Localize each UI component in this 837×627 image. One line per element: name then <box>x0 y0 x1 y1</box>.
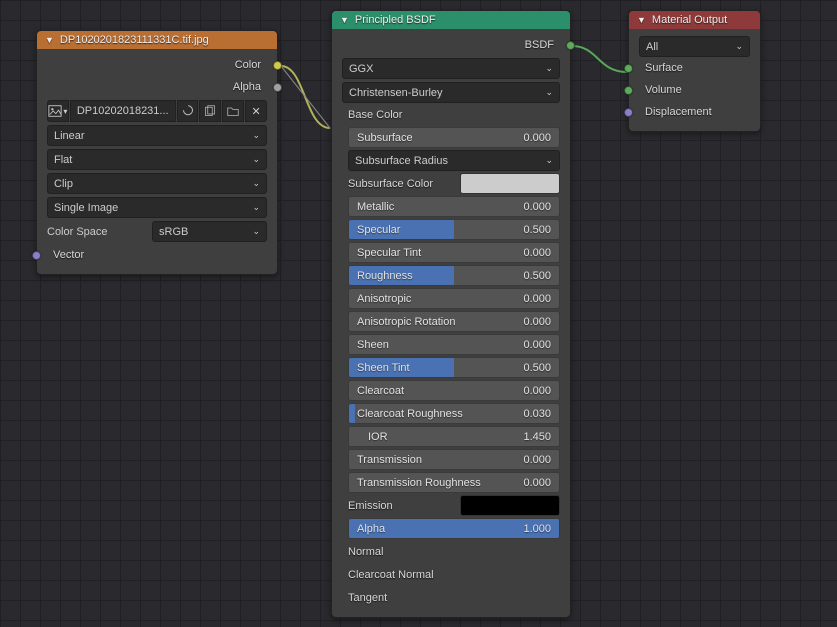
bsdf-prop-specular[interactable]: Specular0.500 <box>332 218 570 241</box>
socket-in[interactable] <box>624 86 633 95</box>
output-alpha[interactable]: Alpha <box>37 76 277 98</box>
image-texture-node[interactable]: ▼ DP1020201823111331C.tif.jpg Color Alph… <box>36 30 278 275</box>
value-slider[interactable]: Anisotropic0.000 <box>348 288 560 309</box>
value-slider[interactable]: Subsurface0.000 <box>348 127 560 148</box>
bsdf-prop-clearcoat[interactable]: Clearcoat0.000 <box>332 379 570 402</box>
chevron-down-icon: ⌄ <box>252 154 260 165</box>
node-title: DP1020201823111331C.tif.jpg <box>60 34 209 46</box>
bsdf-prop-emission[interactable]: Emission <box>332 494 570 517</box>
value-slider[interactable]: Sheen Tint0.500 <box>348 357 560 378</box>
input-displacement[interactable]: Displacement <box>629 101 760 123</box>
input-surface[interactable]: Surface <box>629 57 760 79</box>
color-swatch[interactable] <box>460 173 560 194</box>
bsdf-prop-sheen-tint[interactable]: Sheen Tint0.500 <box>332 356 570 379</box>
value-slider[interactable]: Specular0.500 <box>348 219 560 240</box>
fake-user-button[interactable] <box>177 100 199 122</box>
node-header[interactable]: ▼ DP1020201823111331C.tif.jpg <box>37 31 277 49</box>
chevron-down-icon: ⌄ <box>545 63 553 74</box>
bsdf-prop-roughness[interactable]: Roughness0.500 <box>332 264 570 287</box>
input-vector[interactable]: Vector <box>37 244 277 266</box>
bsdf-prop-alpha[interactable]: Alpha1.000 <box>332 517 570 540</box>
socket-out-color[interactable] <box>273 61 282 70</box>
value-slider[interactable]: Clearcoat0.000 <box>348 380 560 401</box>
value-slider[interactable]: Clearcoat Roughness0.030 <box>348 403 560 424</box>
socket-out-alpha[interactable] <box>273 83 282 92</box>
prop-label: Subsurface Color <box>348 178 460 190</box>
bsdf-prop-specular-tint[interactable]: Specular Tint0.000 <box>332 241 570 264</box>
image-browse-button[interactable]: ▾ <box>47 100 69 122</box>
bsdf-prop-clearcoat-roughness[interactable]: Clearcoat Roughness0.030 <box>332 402 570 425</box>
projection-select[interactable]: Flat⌄ <box>47 149 267 170</box>
collapse-icon[interactable]: ▼ <box>340 15 349 25</box>
value-slider[interactable]: Sheen0.000 <box>348 334 560 355</box>
output-color[interactable]: Color <box>37 54 277 76</box>
chevron-down-icon: ⌄ <box>545 87 553 98</box>
chevron-down-icon: ⌄ <box>735 41 743 52</box>
collapse-icon[interactable]: ▼ <box>45 35 54 45</box>
value-slider[interactable]: IOR1.450 <box>348 426 560 447</box>
color-space-select[interactable]: sRGB⌄ <box>152 221 267 242</box>
prop-label: Base Color <box>348 109 402 121</box>
interpolation-select[interactable]: Linear⌄ <box>47 125 267 146</box>
chevron-down-icon: ⌄ <box>252 226 260 237</box>
input-label: Displacement <box>645 106 712 118</box>
node-title: Principled BSDF <box>355 14 436 26</box>
color-space-label: Color Space <box>47 221 148 242</box>
input-label: Volume <box>645 84 682 96</box>
value-slider[interactable]: Transmission Roughness0.000 <box>348 472 560 493</box>
target-select[interactable]: All⌄ <box>639 36 750 57</box>
color-swatch[interactable] <box>460 495 560 516</box>
bsdf-prop-base-color[interactable]: Base Color <box>332 103 570 126</box>
prop-select[interactable]: Subsurface Radius⌄ <box>348 150 560 171</box>
collapse-icon[interactable]: ▼ <box>637 15 646 25</box>
value-slider[interactable]: Specular Tint0.000 <box>348 242 560 263</box>
prop-label: Emission <box>348 500 460 512</box>
principled-bsdf-node[interactable]: ▼ Principled BSDF BSDF GGX⌄ Christensen-… <box>331 10 571 618</box>
bsdf-prop-subsurface-radius[interactable]: Subsurface Radius⌄ <box>332 149 570 172</box>
bsdf-prop-normal[interactable]: Normal <box>332 540 570 563</box>
bsdf-prop-anisotropic-rotation[interactable]: Anisotropic Rotation0.000 <box>332 310 570 333</box>
new-image-button[interactable] <box>199 100 221 122</box>
bsdf-prop-tangent[interactable]: Tangent <box>332 586 570 609</box>
image-datablock-row: ▾ DP10202018231... ✕ <box>37 100 277 122</box>
chevron-down-icon: ⌄ <box>252 130 260 141</box>
bsdf-prop-sheen[interactable]: Sheen0.000 <box>332 333 570 356</box>
unlink-image-button[interactable]: ✕ <box>245 100 267 122</box>
bsdf-prop-clearcoat-normal[interactable]: Clearcoat Normal <box>332 563 570 586</box>
chevron-down-icon: ⌄ <box>252 202 260 213</box>
input-label: Surface <box>645 62 683 74</box>
socket-in[interactable] <box>624 108 633 117</box>
value-slider[interactable]: Roughness0.500 <box>348 265 560 286</box>
source-select[interactable]: Single Image⌄ <box>47 197 267 218</box>
bsdf-prop-transmission-roughness[interactable]: Transmission Roughness0.000 <box>332 471 570 494</box>
material-output-node[interactable]: ▼ Material Output All⌄ Surface Volume Disp… <box>628 10 761 132</box>
value-slider[interactable]: Transmission0.000 <box>348 449 560 470</box>
socket-in-vector[interactable] <box>32 251 41 260</box>
socket-in[interactable] <box>624 64 633 73</box>
node-header[interactable]: ▼ Principled BSDF <box>332 11 570 29</box>
extension-select[interactable]: Clip⌄ <box>47 173 267 194</box>
value-slider[interactable]: Alpha1.000 <box>348 518 560 539</box>
prop-label: Clearcoat Normal <box>348 569 434 581</box>
prop-label: Tangent <box>348 592 387 604</box>
chevron-down-icon: ⌄ <box>252 178 260 189</box>
bsdf-prop-anisotropic[interactable]: Anisotropic0.000 <box>332 287 570 310</box>
image-name-field[interactable]: DP10202018231... <box>70 100 176 122</box>
bsdf-prop-ior[interactable]: IOR1.450 <box>332 425 570 448</box>
input-volume[interactable]: Volume <box>629 79 760 101</box>
node-header[interactable]: ▼ Material Output <box>629 11 760 29</box>
bsdf-prop-subsurface-color[interactable]: Subsurface Color <box>332 172 570 195</box>
prop-label: Normal <box>348 546 383 558</box>
open-image-button[interactable] <box>222 100 244 122</box>
value-slider[interactable]: Anisotropic Rotation0.000 <box>348 311 560 332</box>
bsdf-prop-metallic[interactable]: Metallic0.000 <box>332 195 570 218</box>
socket-out-bsdf[interactable] <box>566 41 575 50</box>
distribution-select[interactable]: GGX⌄ <box>342 58 560 79</box>
node-title: Material Output <box>652 14 727 26</box>
bsdf-prop-transmission[interactable]: Transmission0.000 <box>332 448 570 471</box>
value-slider[interactable]: Metallic0.000 <box>348 196 560 217</box>
sss-method-select[interactable]: Christensen-Burley⌄ <box>342 82 560 103</box>
bsdf-prop-subsurface[interactable]: Subsurface0.000 <box>332 126 570 149</box>
output-bsdf[interactable]: BSDF <box>332 34 570 56</box>
